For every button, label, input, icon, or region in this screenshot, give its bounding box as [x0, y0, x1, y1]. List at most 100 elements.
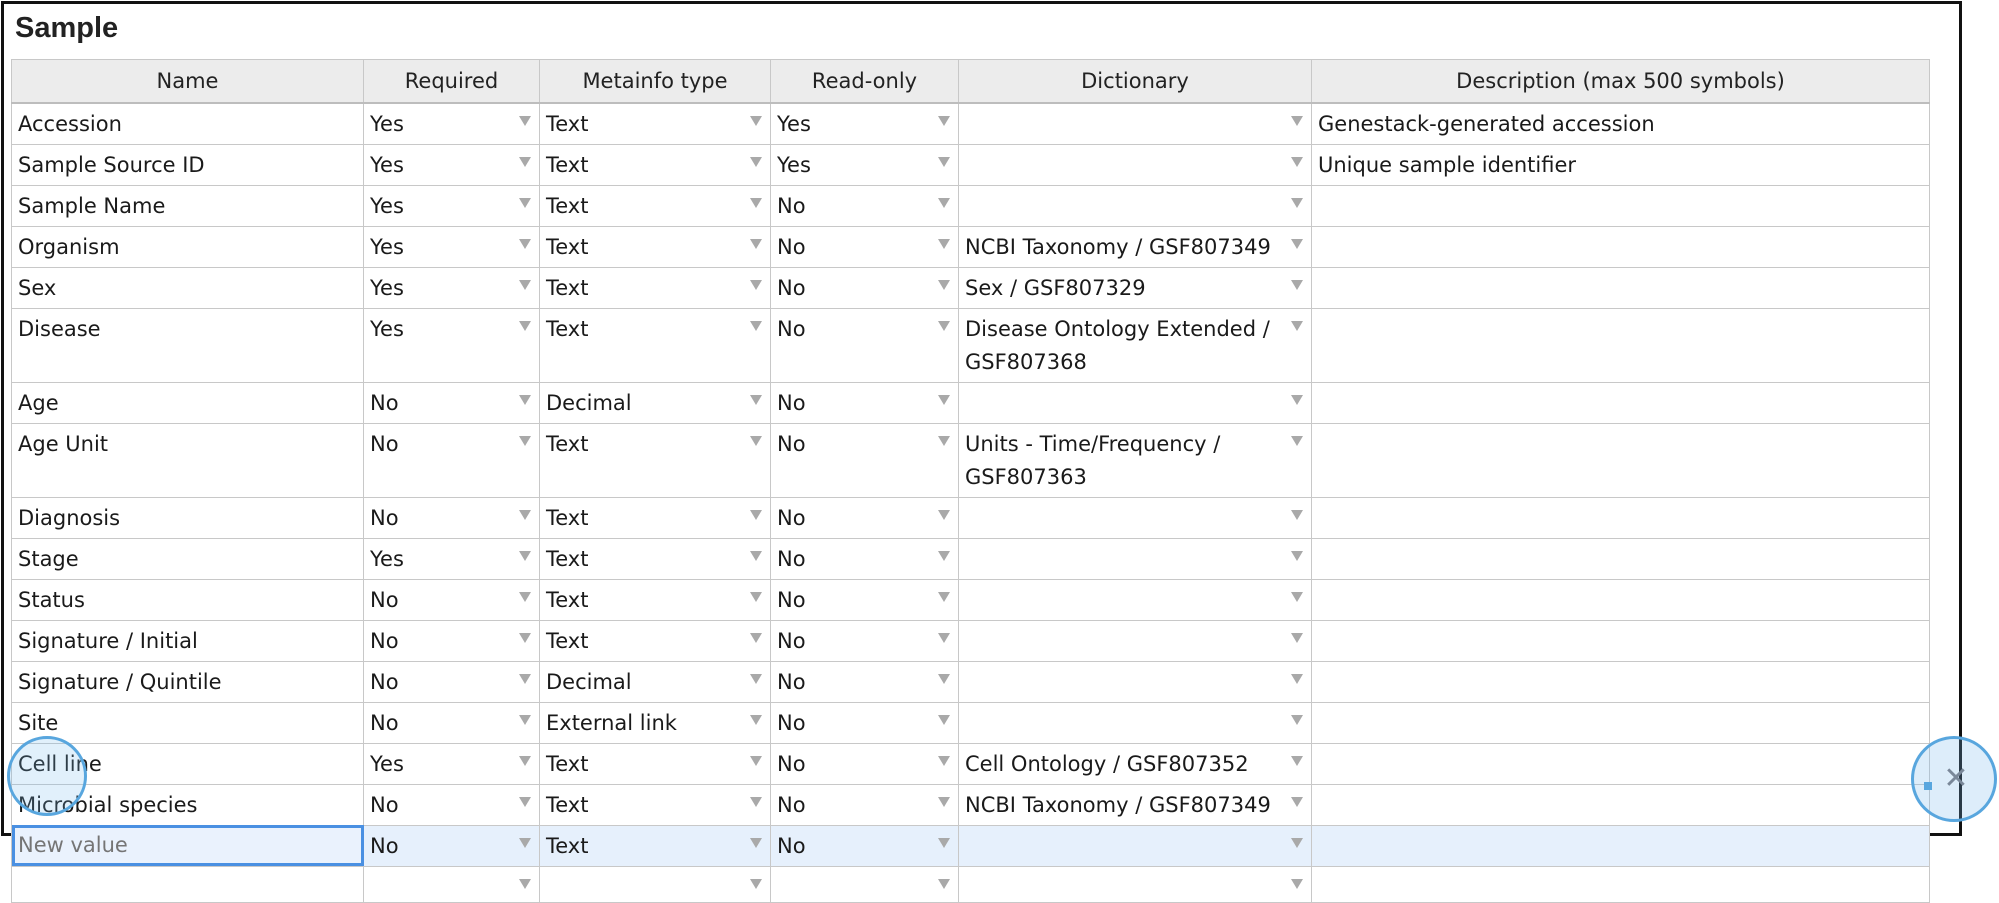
- read-only-select[interactable]: No: [770, 381, 959, 424]
- chevron-down-icon[interactable]: [519, 591, 531, 602]
- chevron-down-icon[interactable]: [750, 632, 762, 643]
- metainfo-type-select[interactable]: Text: [539, 422, 771, 498]
- description-field[interactable]: [1311, 783, 1930, 826]
- name-field[interactable]: Sex: [11, 266, 364, 309]
- chevron-down-icon[interactable]: [1291, 197, 1303, 208]
- chevron-down-icon[interactable]: [938, 115, 950, 126]
- required-select[interactable]: No: [363, 660, 540, 703]
- chevron-down-icon[interactable]: [938, 878, 950, 889]
- metainfo-type-select[interactable]: Text: [539, 783, 771, 826]
- name-field[interactable]: [11, 865, 364, 903]
- metainfo-type-select[interactable]: External link: [539, 701, 771, 744]
- name-field[interactable]: Microbial species: [11, 783, 364, 826]
- dictionary-select[interactable]: [958, 578, 1312, 621]
- required-select[interactable]: No: [363, 701, 540, 744]
- table-row[interactable]: Organism Yes Text No NCBI Taxonomy / GSF8073…: [11, 225, 1930, 268]
- chevron-down-icon[interactable]: [750, 197, 762, 208]
- required-select[interactable]: Yes: [363, 266, 540, 309]
- chevron-down-icon[interactable]: [1291, 394, 1303, 405]
- read-only-select[interactable]: [770, 865, 959, 903]
- chevron-down-icon[interactable]: [1291, 878, 1303, 889]
- chevron-down-icon[interactable]: [750, 279, 762, 290]
- chevron-down-icon[interactable]: [519, 197, 531, 208]
- required-select[interactable]: Yes: [363, 143, 540, 186]
- metainfo-type-select[interactable]: Text: [539, 824, 771, 867]
- table-row[interactable]: Site No External link No: [11, 701, 1930, 744]
- required-select[interactable]: Yes: [363, 307, 540, 383]
- name-field[interactable]: Sample Source ID: [11, 143, 364, 186]
- required-select[interactable]: No: [363, 824, 540, 867]
- table-row[interactable]: Diagnosis No Text No: [11, 496, 1930, 539]
- required-select[interactable]: Yes: [363, 184, 540, 227]
- dictionary-select[interactable]: Cell Ontology / GSF807352: [958, 742, 1312, 785]
- chevron-down-icon[interactable]: [1291, 320, 1303, 331]
- chevron-down-icon[interactable]: [519, 394, 531, 405]
- description-field[interactable]: [1311, 537, 1930, 580]
- chevron-down-icon[interactable]: [1291, 673, 1303, 684]
- metainfo-type-select[interactable]: [539, 865, 771, 903]
- chevron-down-icon[interactable]: [938, 435, 950, 446]
- read-only-select[interactable]: No: [770, 184, 959, 227]
- name-field[interactable]: Age Unit: [11, 422, 364, 498]
- chevron-down-icon[interactable]: [1291, 238, 1303, 249]
- dictionary-select[interactable]: NCBI Taxonomy / GSF807349: [958, 783, 1312, 826]
- close-icon[interactable]: ✕: [1943, 764, 1968, 794]
- table-row[interactable]: Age Unit No Text No Units - Time/Frequency /…: [11, 422, 1930, 498]
- chevron-down-icon[interactable]: [1291, 632, 1303, 643]
- chevron-down-icon[interactable]: [519, 837, 531, 848]
- chevron-down-icon[interactable]: [938, 673, 950, 684]
- dictionary-select[interactable]: [958, 143, 1312, 186]
- table-row[interactable]: Signature / Initial No Text No: [11, 619, 1930, 662]
- dictionary-select[interactable]: [958, 824, 1312, 867]
- dictionary-select[interactable]: [958, 660, 1312, 703]
- chevron-down-icon[interactable]: [1291, 755, 1303, 766]
- description-field[interactable]: [1311, 225, 1930, 268]
- chevron-down-icon[interactable]: [1291, 714, 1303, 725]
- chevron-down-icon[interactable]: [938, 755, 950, 766]
- description-field[interactable]: [1311, 496, 1930, 539]
- chevron-down-icon[interactable]: [938, 837, 950, 848]
- name-field[interactable]: Status: [11, 578, 364, 621]
- name-field[interactable]: Accession: [11, 102, 364, 145]
- chevron-down-icon[interactable]: [1291, 550, 1303, 561]
- table-row[interactable]: Cell line Yes Text No Cell Ontology / GSF807…: [11, 742, 1930, 785]
- name-field[interactable]: Sample Name: [11, 184, 364, 227]
- table-row[interactable]: Sex Yes Text No Sex / GSF807329: [11, 266, 1930, 309]
- table-row[interactable]: Signature / Quintile No Decimal No: [11, 660, 1930, 703]
- chevron-down-icon[interactable]: [938, 632, 950, 643]
- table-row[interactable]: Age No Decimal No: [11, 381, 1930, 424]
- required-select[interactable]: No: [363, 496, 540, 539]
- metainfo-type-select[interactable]: Text: [539, 619, 771, 662]
- metainfo-type-select[interactable]: Text: [539, 184, 771, 227]
- dictionary-select[interactable]: Sex / GSF807329: [958, 266, 1312, 309]
- chevron-down-icon[interactable]: [750, 837, 762, 848]
- chevron-down-icon[interactable]: [938, 156, 950, 167]
- metainfo-type-select[interactable]: Text: [539, 496, 771, 539]
- chevron-down-icon[interactable]: [519, 320, 531, 331]
- required-select[interactable]: Yes: [363, 225, 540, 268]
- read-only-select[interactable]: No: [770, 496, 959, 539]
- chevron-down-icon[interactable]: [750, 156, 762, 167]
- read-only-select[interactable]: No: [770, 537, 959, 580]
- chevron-down-icon[interactable]: [1291, 156, 1303, 167]
- read-only-select[interactable]: Yes: [770, 143, 959, 186]
- chevron-down-icon[interactable]: [938, 796, 950, 807]
- description-field[interactable]: [1311, 422, 1930, 498]
- metainfo-type-select[interactable]: Text: [539, 225, 771, 268]
- dictionary-select[interactable]: Units - Time/Frequency / GSF807363: [958, 422, 1312, 498]
- chevron-down-icon[interactable]: [519, 279, 531, 290]
- required-select[interactable]: No: [363, 422, 540, 498]
- read-only-select[interactable]: No: [770, 422, 959, 498]
- chevron-down-icon[interactable]: [750, 878, 762, 889]
- chevron-down-icon[interactable]: [750, 714, 762, 725]
- name-cell-editing[interactable]: [11, 824, 364, 867]
- table-row[interactable]: Accession Yes Text Yes Genestack-generated a…: [11, 102, 1930, 145]
- chevron-down-icon[interactable]: [938, 550, 950, 561]
- chevron-down-icon[interactable]: [750, 394, 762, 405]
- metainfo-type-select[interactable]: Text: [539, 742, 771, 785]
- resize-handle[interactable]: [1924, 782, 1932, 790]
- chevron-down-icon[interactable]: [938, 320, 950, 331]
- name-field[interactable]: Site: [11, 701, 364, 744]
- chevron-down-icon[interactable]: [1291, 837, 1303, 848]
- description-field[interactable]: [1311, 266, 1930, 309]
